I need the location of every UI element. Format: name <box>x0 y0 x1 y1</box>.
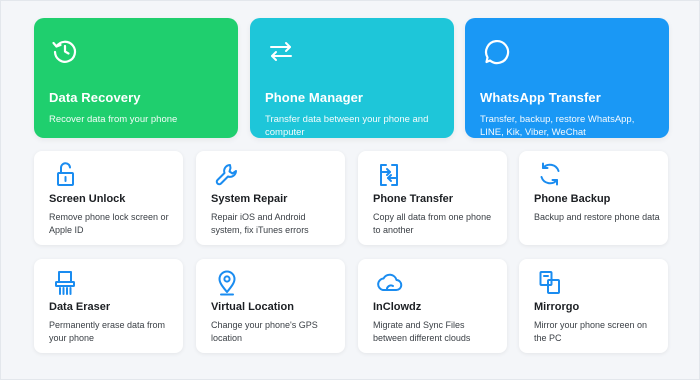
virtual-location-card[interactable]: Virtual Location Change your phone's GPS… <box>196 259 345 353</box>
whatsapp-transfer-card[interactable]: WhatsApp Transfer Transfer, backup, rest… <box>465 18 669 138</box>
inclowdz-card[interactable]: InClowdz Migrate and Sync Files between … <box>358 259 507 353</box>
card-description: Remove phone lock screen or Apple ID <box>49 212 169 235</box>
data-eraser-card[interactable]: Data Eraser Permanently erase data from … <box>34 259 183 353</box>
chat-bubble-icon <box>480 35 512 67</box>
card-title: Data Eraser <box>49 301 111 313</box>
card-description: Transfer data between your phone and com… <box>265 114 429 138</box>
card-description: Permanently erase data from your phone <box>49 320 166 343</box>
card-title: Phone Transfer <box>373 193 454 205</box>
card-description: Repair iOS and Android system, fix iTune… <box>211 212 309 235</box>
location-pin-icon <box>212 267 242 297</box>
system-repair-card[interactable]: System Repair Repair iOS and Android sys… <box>196 151 345 245</box>
mirror-screen-icon <box>535 267 565 297</box>
backup-sync-icon <box>535 159 565 189</box>
card-title: Mirrorgo <box>534 301 580 313</box>
phone-backup-card[interactable]: Phone Backup Backup and restore phone da… <box>519 151 668 245</box>
mirrorgo-card[interactable]: Mirrorgo Mirror your phone screen on the… <box>519 259 668 353</box>
screen-unlock-card[interactable]: Screen Unlock Remove phone lock screen o… <box>34 151 183 245</box>
card-title: Virtual Location <box>211 301 294 313</box>
card-title: Screen Unlock <box>49 193 126 205</box>
unlock-icon <box>50 159 80 189</box>
card-description: Transfer, backup, restore WhatsApp, LINE… <box>480 114 635 138</box>
card-description: Migrate and Sync Files between different… <box>373 320 471 343</box>
card-description: Copy all data from one phone to another <box>373 212 492 235</box>
card-description: Recover data from your phone <box>49 114 178 125</box>
shredder-icon <box>50 267 80 297</box>
card-title: Data Recovery <box>49 90 141 105</box>
swap-arrows-icon <box>265 35 297 67</box>
card-description: Backup and restore phone data <box>534 212 660 222</box>
card-title: InClowdz <box>373 301 422 313</box>
cloud-icon <box>374 267 404 297</box>
phone-manager-card[interactable]: Phone Manager Transfer data between your… <box>250 18 454 138</box>
wrench-icon <box>212 159 242 189</box>
card-title: Phone Manager <box>265 90 364 105</box>
phone-transfer-card[interactable]: Phone Transfer Copy all data from one ph… <box>358 151 507 245</box>
clock-rewind-icon <box>49 35 81 67</box>
card-description: Mirror your phone screen on the PC <box>534 320 648 343</box>
phone-transfer-icon <box>374 159 404 189</box>
card-title: WhatsApp Transfer <box>480 90 601 105</box>
card-title: Phone Backup <box>534 193 611 205</box>
card-title: System Repair <box>211 193 288 205</box>
card-description: Change your phone's GPS location <box>211 320 318 343</box>
data-recovery-card[interactable]: Data Recovery Recover data from your pho… <box>34 18 238 138</box>
toolbox-panel: Data Recovery Recover data from your pho… <box>0 0 700 380</box>
